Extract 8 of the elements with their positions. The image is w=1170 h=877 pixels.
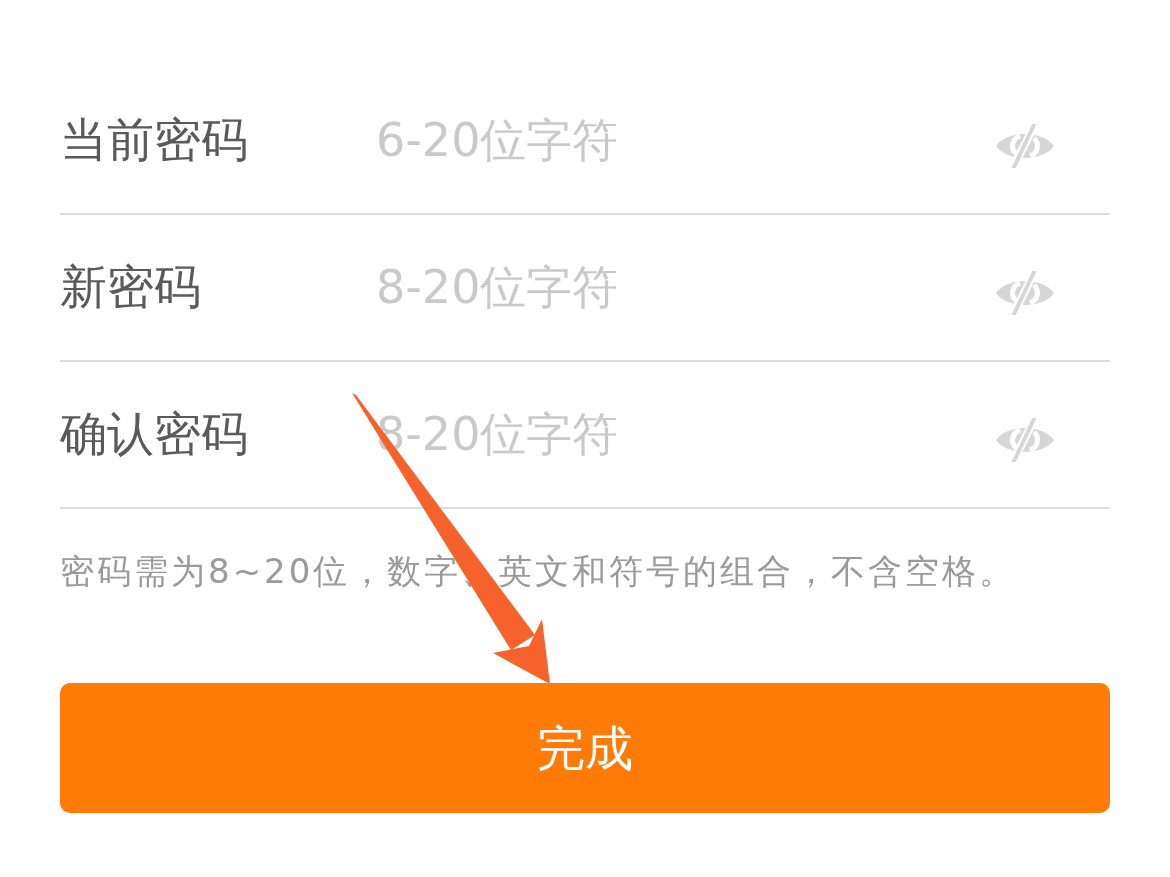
- eye-slash-icon[interactable]: [995, 270, 1055, 315]
- eye-slash-icon[interactable]: [995, 123, 1055, 168]
- eye-slash-icon[interactable]: [995, 417, 1055, 462]
- hint-text: 密码需为8~20位，数字、英文和符号的组合，不含空格。: [60, 550, 1017, 593]
- field-label: 当前密码: [60, 112, 249, 169]
- done-button[interactable]: 完成: [60, 683, 1110, 814]
- field-label: 确认密码: [60, 406, 249, 463]
- field-label: 新密码: [60, 259, 202, 316]
